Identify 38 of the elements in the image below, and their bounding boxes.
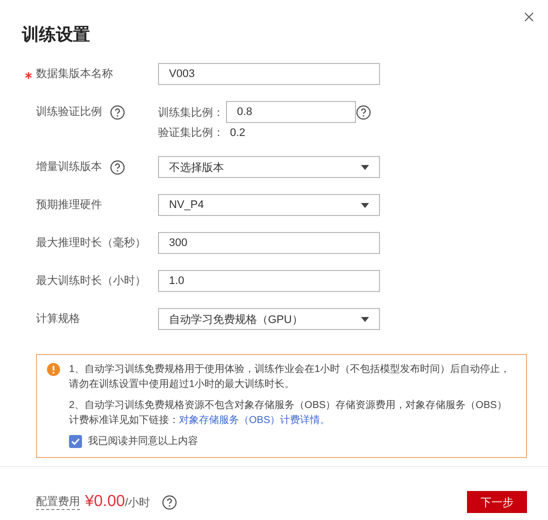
help-icon[interactable]: [110, 104, 125, 120]
dialog-title: 训练设置: [22, 24, 90, 46]
notice-text: 1、自动学习训练免费规格用于使用体验，训练作业会在1小时（不包括模型发布时间）后自动停止，请勿在训练设置中使用超过1小时的最大训练时长。: [69, 362, 512, 392]
select-field[interactable]: NV_P4: [158, 194, 380, 216]
price: ¥0.00: [85, 493, 126, 511]
field-label: 最大训练时长（小时）: [36, 274, 146, 289]
field-label: 计算规格: [36, 312, 80, 327]
field-label: 数据集版本名称: [36, 67, 113, 82]
caret-icon: [361, 316, 369, 322]
ratio-value: 0.2: [229, 126, 246, 138]
notice-text: 2、自动学习训练免费规格资源不包含对象存储服务（OBS）存储资源费用，对象存储服务（OBS）计费标准详见如下链接：对象存储服务（OBS）计费详情。: [69, 398, 508, 428]
help-icon[interactable]: [162, 494, 178, 510]
input-field[interactable]: 1.0: [158, 270, 380, 292]
price-unit: /小时: [125, 496, 150, 510]
checkbox-label: 我已阅读并同意以上内容: [88, 434, 198, 449]
select-field[interactable]: 不选择版本: [158, 156, 380, 178]
input-field[interactable]: V003: [158, 63, 380, 85]
caret-icon: [361, 164, 369, 170]
asterisk-icon: [25, 72, 32, 79]
next-button[interactable]: 下一步: [467, 491, 527, 513]
input-field[interactable]: 0.8: [226, 101, 356, 123]
input-field[interactable]: 300: [158, 232, 380, 254]
checkbox[interactable]: [69, 435, 82, 448]
field-label: 预期推理硬件: [36, 198, 102, 213]
help-icon[interactable]: [110, 160, 125, 174]
field-label: 验证集比例：: [158, 126, 225, 140]
check-icon: [71, 438, 80, 445]
field-label: 训练验证比例: [36, 105, 102, 120]
link[interactable]: 对象存储服务（OBS）计费详情。: [179, 415, 330, 426]
field-label: 增量训练版本: [36, 160, 102, 175]
field-label: 最大推理时长（毫秒）: [36, 236, 146, 251]
warning-icon: [47, 363, 60, 376]
cost-label: 配置费用: [36, 494, 80, 510]
close-icon[interactable]: [524, 12, 534, 22]
caret-icon: [361, 202, 369, 208]
field-label: 训练集比例：: [158, 106, 225, 120]
help-icon[interactable]: [356, 104, 371, 120]
select-field[interactable]: 自动学习免费规格（GPU）: [158, 308, 380, 330]
